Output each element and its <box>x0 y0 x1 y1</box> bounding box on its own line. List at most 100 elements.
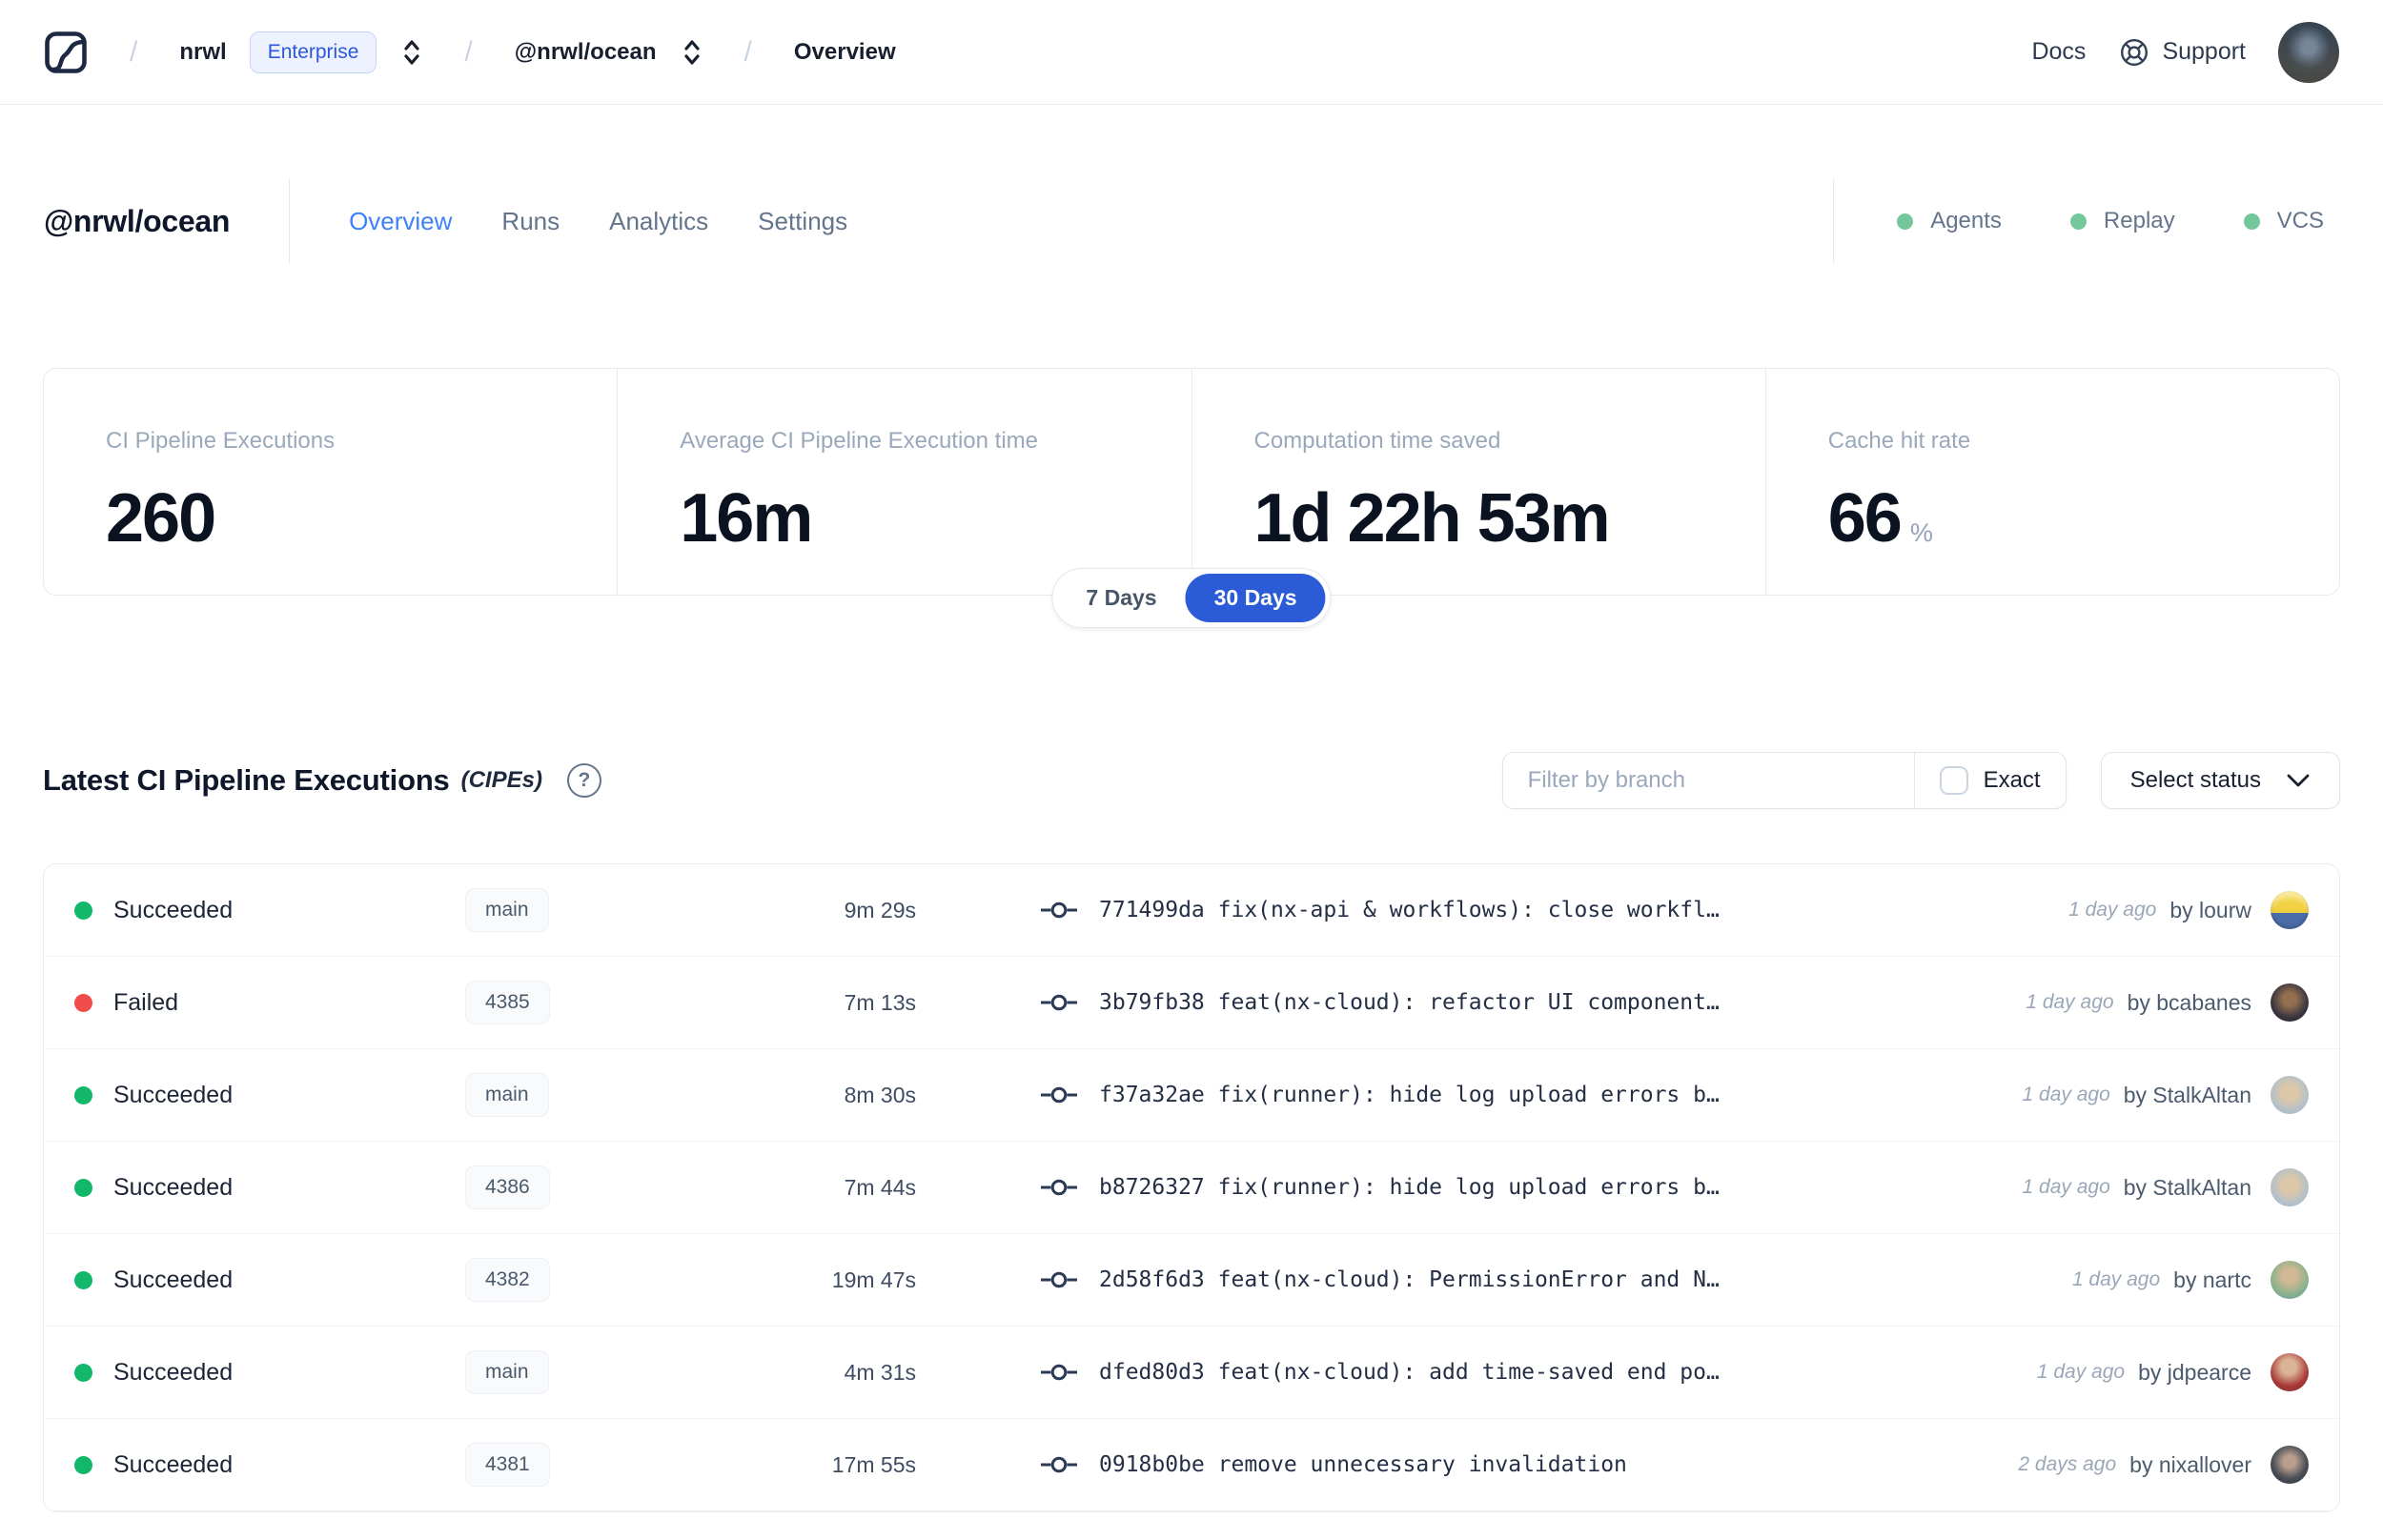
time-ago: 2 days ago <box>2018 1453 2117 1475</box>
cipes-title-suffix: (CIPEs) <box>460 767 542 793</box>
cipes-section-header: Latest CI Pipeline Executions (CIPEs) ? … <box>43 752 2340 809</box>
branch-chip[interactable]: 4386 <box>465 1165 550 1209</box>
workspace-header: @nrwl/ocean Overview Runs Analytics Sett… <box>0 177 2383 265</box>
run-status-label: Succeeded <box>113 1450 234 1478</box>
git-commit-icon <box>1040 992 1078 1013</box>
support-label: Support <box>2162 38 2246 65</box>
enterprise-badge: Enterprise <box>249 30 377 73</box>
stat-cache-hit-rate: Cache hit rate 66% <box>1764 369 2339 595</box>
run-status-label: Succeeded <box>113 896 234 923</box>
commit-message[interactable]: 3b79fb38 feat(nx-cloud): refactor UI com… <box>1099 990 1720 1015</box>
cipe-row[interactable]: Succeeded main 9m 29s 771499da fix(nx-ap… <box>44 864 2339 957</box>
chevron-down-icon <box>2286 773 2311 788</box>
run-duration: 17m 55s <box>831 1451 916 1477</box>
run-status-dot-icon <box>74 1178 92 1197</box>
connection-agents[interactable]: Agents <box>1897 208 2002 234</box>
time-ago: 1 day ago <box>2022 1176 2110 1198</box>
cipe-row[interactable]: Succeeded main 4m 31s dfed80d3 feat(nx-c… <box>44 1327 2339 1419</box>
support-link[interactable]: Support <box>2118 36 2246 69</box>
workspace-title: @nrwl/ocean <box>44 203 231 238</box>
tab-settings[interactable]: Settings <box>758 207 847 236</box>
author-avatar[interactable] <box>2271 1446 2309 1484</box>
author-avatar[interactable] <box>2271 1076 2309 1114</box>
divider <box>1833 179 1835 263</box>
breadcrumb-org[interactable]: nrwl <box>179 39 226 66</box>
run-duration: 7m 44s <box>844 1174 916 1200</box>
status-dot-icon <box>2069 213 2087 230</box>
run-status-label: Succeeded <box>113 1081 234 1108</box>
run-status-dot-icon <box>74 1270 92 1289</box>
author-avatar[interactable] <box>2271 983 2309 1022</box>
run-duration: 7m 13s <box>844 989 916 1015</box>
author: by nartc <box>2173 1266 2251 1292</box>
stat-average-execution-time: Average CI Pipeline Execution time 16m <box>617 369 1191 595</box>
top-header: / nrwl Enterprise / @nrwl/ocean / Overvi… <box>0 0 2383 105</box>
time-ago: 1 day ago <box>2036 1361 2126 1383</box>
run-status-dot-icon <box>74 1455 92 1474</box>
author-avatar[interactable] <box>2271 1168 2309 1206</box>
branch-chip[interactable]: 4385 <box>465 981 550 1024</box>
workspace-switcher-chevrons-icon[interactable] <box>682 36 703 69</box>
connection-vcs[interactable]: VCS <box>2243 208 2324 234</box>
cipe-row[interactable]: Succeeded main 8m 30s f37a32ae fix(runne… <box>44 1049 2339 1142</box>
commit-message[interactable]: 771499da fix(nx-api & workflows): close … <box>1099 898 1720 922</box>
branch-chip[interactable]: 4382 <box>465 1258 550 1302</box>
status-dot-icon <box>2243 213 2260 230</box>
exact-checkbox[interactable] <box>1939 766 1968 795</box>
cipe-table: Succeeded main 9m 29s 771499da fix(nx-ap… <box>43 863 2340 1512</box>
exact-label: Exact <box>1983 767 2041 793</box>
user-avatar[interactable] <box>2278 21 2339 83</box>
divider <box>289 179 291 263</box>
cipe-row[interactable]: Failed 4385 7m 13s 3b79fb38 feat(nx-clou… <box>44 957 2339 1049</box>
branch-chip[interactable]: 4381 <box>465 1443 550 1487</box>
git-commit-icon <box>1040 1177 1078 1198</box>
branch-chip[interactable]: main <box>465 1350 549 1394</box>
org-switcher-chevrons-icon[interactable] <box>401 36 422 69</box>
commit-message[interactable]: 0918b0be remove unnecessary invalidation <box>1099 1452 1627 1477</box>
branch-filter-input[interactable] <box>1502 753 1914 808</box>
breadcrumb-separator: / <box>743 35 752 68</box>
run-duration: 19m 47s <box>831 1266 916 1292</box>
branch-chip[interactable]: main <box>465 1073 549 1117</box>
range-7-days-button[interactable]: 7 Days <box>1057 574 1185 622</box>
connection-replay[interactable]: Replay <box>2069 208 2175 234</box>
cipe-row[interactable]: Succeeded 4382 19m 47s 2d58f6d3 feat(nx-… <box>44 1234 2339 1327</box>
run-status-dot-icon <box>74 993 92 1012</box>
breadcrumb: / nrwl Enterprise / @nrwl/ocean / Overvi… <box>44 30 896 74</box>
tab-runs[interactable]: Runs <box>501 207 560 236</box>
git-commit-icon <box>1040 1084 1078 1105</box>
cipe-row[interactable]: Succeeded 4381 17m 55s 0918b0be remove u… <box>44 1419 2339 1511</box>
help-icon[interactable]: ? <box>566 763 601 798</box>
stats-card: CI Pipeline Executions 260 Average CI Pi… <box>43 368 2340 596</box>
range-30-days-button[interactable]: 30 Days <box>1185 574 1326 622</box>
commit-message[interactable]: dfed80d3 feat(nx-cloud): add time-saved … <box>1099 1360 1720 1385</box>
docs-link[interactable]: Docs <box>2031 38 2086 66</box>
nx-cloud-logo-icon[interactable] <box>44 30 88 74</box>
author-avatar[interactable] <box>2271 1261 2309 1299</box>
run-duration: 8m 30s <box>844 1082 916 1107</box>
time-ago: 1 day ago <box>2026 991 2114 1013</box>
commit-message[interactable]: 2d58f6d3 feat(nx-cloud): PermissionError… <box>1099 1267 1720 1292</box>
run-status-dot-icon <box>74 901 92 920</box>
cipe-row[interactable]: Succeeded 4386 7m 44s b8726327 fix(runne… <box>44 1142 2339 1234</box>
time-ago: 1 day ago <box>2068 899 2157 921</box>
author-avatar[interactable] <box>2271 891 2309 929</box>
author: by nixallover <box>2129 1451 2251 1477</box>
author: by lourw <box>2169 897 2251 922</box>
tab-overview[interactable]: Overview <box>349 207 452 236</box>
git-commit-icon <box>1040 1454 1078 1475</box>
status-select-dropdown[interactable]: Select status <box>2100 752 2340 809</box>
stat-ci-pipeline-executions: CI Pipeline Executions 260 <box>106 428 336 557</box>
run-status-label: Succeeded <box>113 1266 234 1293</box>
branch-chip[interactable]: main <box>465 888 549 932</box>
breadcrumb-workspace[interactable]: @nrwl/ocean <box>515 39 657 66</box>
commit-message[interactable]: b8726327 fix(runner): hide log upload er… <box>1099 1175 1720 1200</box>
commit-message[interactable]: f37a32ae fix(runner): hide log upload er… <box>1099 1083 1720 1107</box>
git-commit-icon <box>1040 900 1078 921</box>
author-avatar[interactable] <box>2271 1353 2309 1391</box>
tab-analytics[interactable]: Analytics <box>609 207 708 236</box>
author: by jdpearce <box>2138 1359 2251 1385</box>
run-status-label: Failed <box>113 988 179 1016</box>
author: by StalkAltan <box>2123 1082 2251 1107</box>
time-ago: 1 day ago <box>2022 1084 2110 1105</box>
